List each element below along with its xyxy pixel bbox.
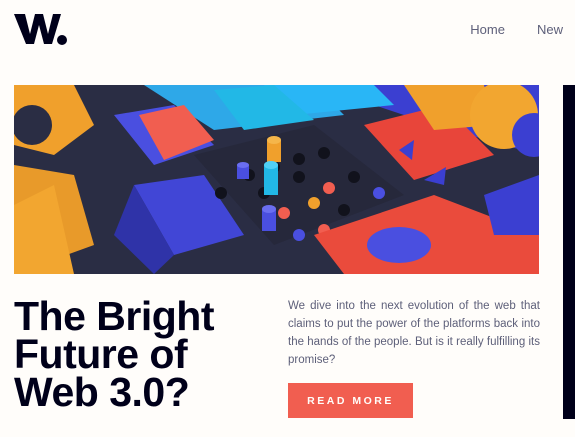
nav-home-link[interactable]: Home	[470, 22, 505, 38]
site-header: Home New	[0, 0, 575, 62]
logo[interactable]	[14, 10, 70, 46]
read-more-button[interactable]: READ MORE	[288, 383, 413, 418]
main-nav: Home New	[470, 22, 575, 38]
hero-illustration	[14, 85, 539, 274]
title-line-1: The Bright	[14, 293, 214, 339]
title-line-2: Future of	[14, 331, 188, 377]
article-title: The Bright Future of Web 3.0?	[14, 293, 274, 415]
title-line-3: Web 3.0?	[14, 369, 190, 415]
side-accent-bar	[563, 85, 575, 419]
article-description: We dive into the next evolution of the w…	[288, 300, 540, 366]
hero-image	[14, 85, 539, 274]
logo-mark	[14, 14, 67, 45]
nav-new-link[interactable]: New	[537, 22, 563, 38]
